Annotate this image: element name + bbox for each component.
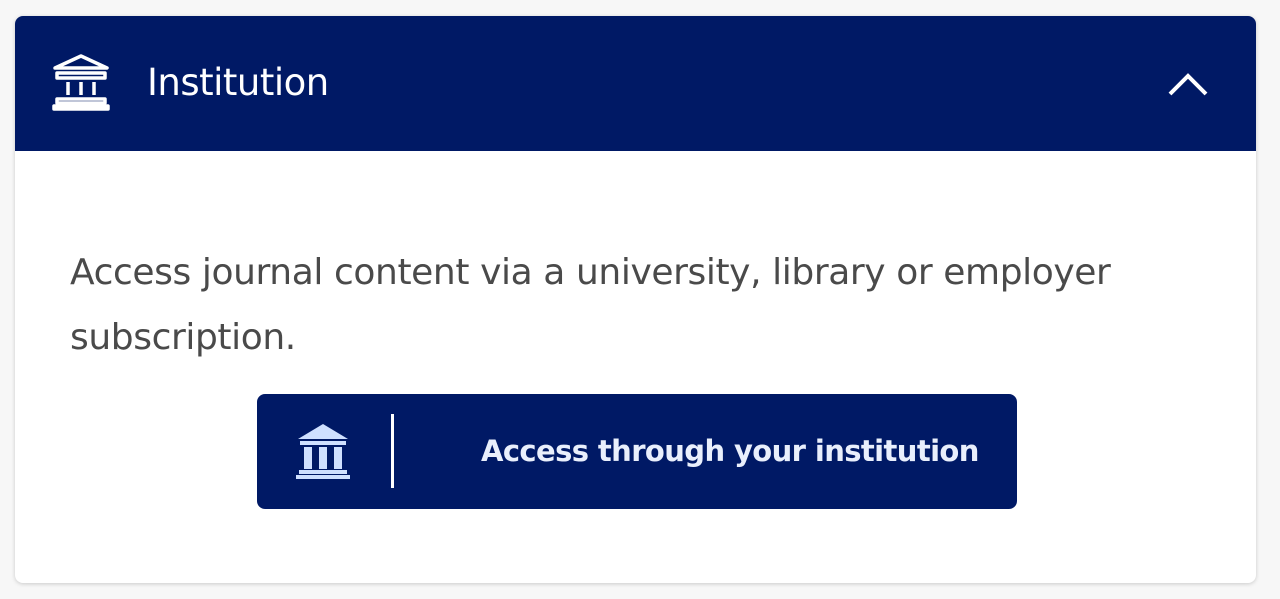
access-description: Access journal content via a university,… [70, 252, 1111, 358]
panel-title: Institution [147, 61, 329, 104]
chevron-up-icon[interactable] [1167, 70, 1209, 98]
institution-icon [51, 53, 111, 111]
institution-icon [294, 422, 352, 480]
access-through-institution-button[interactable]: Access through your institution [257, 394, 1017, 509]
institution-panel: Institution Access journal content via a… [15, 16, 1256, 583]
institution-panel-header[interactable]: Institution [15, 16, 1256, 151]
access-button-label: Access through your institution [481, 434, 979, 468]
button-divider [391, 414, 394, 488]
